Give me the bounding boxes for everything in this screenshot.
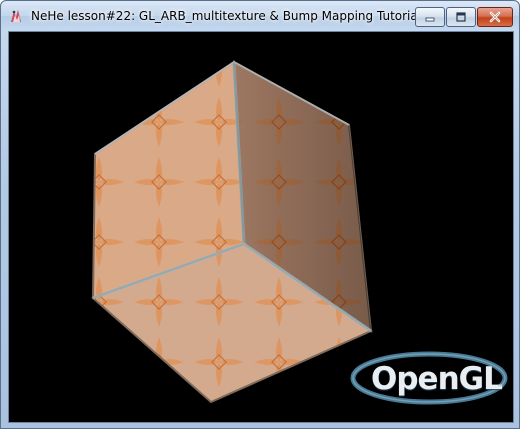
maximize-icon xyxy=(456,12,466,22)
app-window: NeHe lesson#22: GL_ARB_multitexture & Bu… xyxy=(0,0,520,429)
textured-cube xyxy=(91,60,374,404)
opengl-trademark: ™ xyxy=(497,384,504,392)
maximize-button[interactable] xyxy=(446,7,476,27)
title-bar[interactable]: NeHe lesson#22: GL_ARB_multitexture & Bu… xyxy=(1,1,519,31)
minimize-icon xyxy=(425,17,435,22)
opengl-logo: OpenGL ™ xyxy=(349,347,509,409)
close-icon xyxy=(489,11,501,23)
window-title: NeHe lesson#22: GL_ARB_multitexture & Bu… xyxy=(31,9,422,23)
opengl-logo-text: OpenGL xyxy=(371,361,503,397)
app-icon[interactable] xyxy=(8,8,24,24)
opengl-viewport[interactable]: OpenGL ™ xyxy=(8,31,514,423)
minimize-button[interactable] xyxy=(415,7,445,27)
close-button[interactable] xyxy=(477,7,513,27)
